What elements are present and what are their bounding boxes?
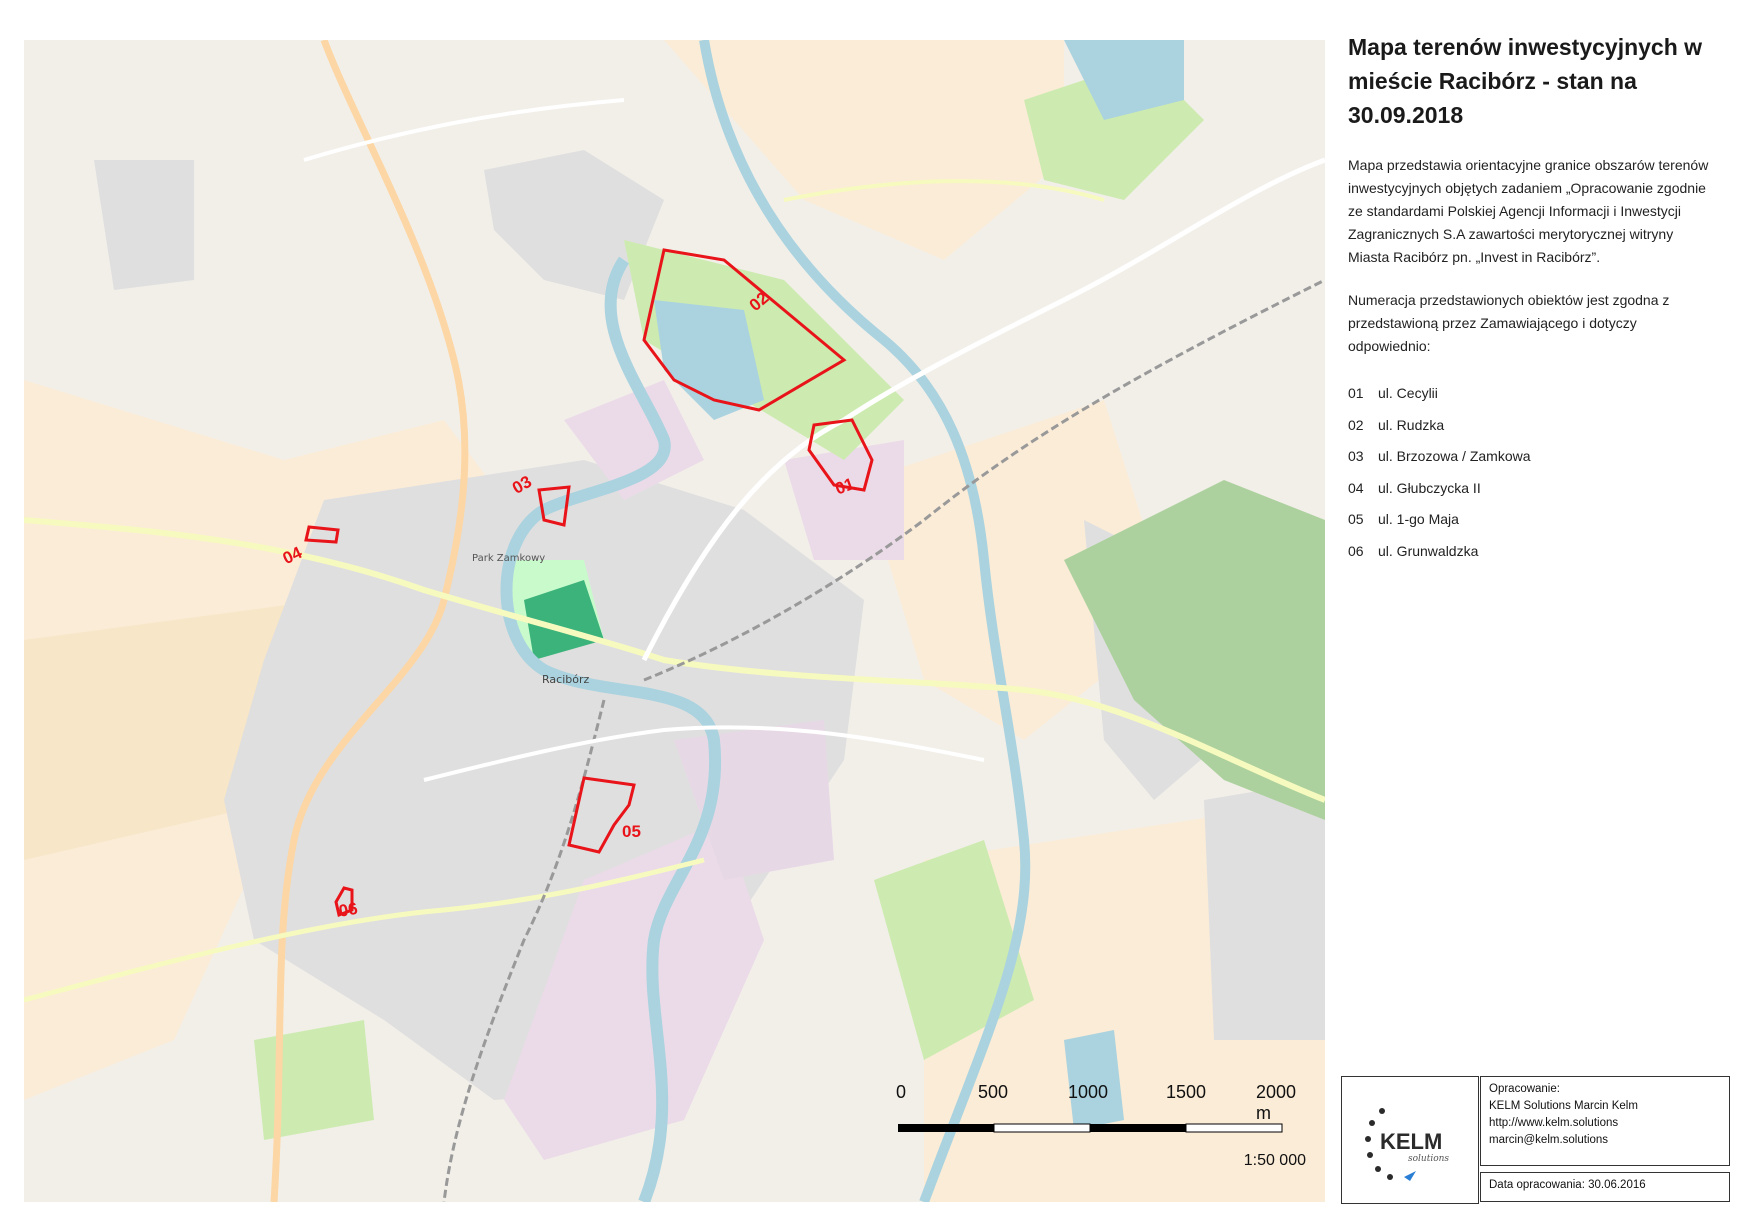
map-title: Mapa terenów inwestycyjnych w mieście Ra… [1348,34,1703,128]
company-logo: KELM solutions [1341,1076,1479,1204]
map-description: Mapa przedstawia orientacyjne granice ob… [1348,157,1709,265]
legend-item: 04 ul. Głubczycka II [1348,479,1481,496]
credits-url[interactable]: http://www.kelm.solutions [1489,1115,1721,1132]
credits-box: Opracowanie: KELM Solutions Marcin Kelm … [1480,1076,1730,1166]
svg-text:KELM: KELM [1380,1129,1442,1154]
credits-heading: Opracowanie: [1489,1083,1560,1095]
map-canvas[interactable]: 02 01 03 04 05 06 Racibórz Park Zamkowy [24,40,1325,1202]
legend-item: 03 ul. Brzozowa / Zamkowa [1348,448,1531,464]
scale-tick-label: 0 [896,1082,907,1102]
scale-bar-graphic [898,1123,1283,1133]
legend-panel: Mapa terenów inwestycyjnych w mieście Ra… [1348,30,1718,710]
map-svg [24,40,1325,1202]
scale-tick-label: 2000 m [1256,1082,1297,1123]
park-label: Park Zamkowy [472,553,546,564]
scale-tick-label: 1000 [1068,1082,1109,1102]
legend-item: 05 ul. 1-go Maja [1348,511,1459,527]
credits-company: KELM Solutions Marcin Kelm [1489,1100,1638,1112]
legend-item: 02 ul. Rudzka [1348,416,1445,433]
creation-date: Data opracowania: 30.06.2016 [1489,1179,1646,1191]
legend-list: 01 ul. Cecylii 02 ul. Rudzka 03 ul. Brzozow… [1348,378,1718,567]
legend-item: 01 ul. Cecylii [1348,385,1438,401]
scale-ratio: 1:50 000 [1243,1152,1306,1169]
svg-text:solutions: solutions [1408,1154,1449,1164]
legend-item: 06 ul. Grunwaldzka [1348,542,1479,559]
area-label-06: 06 [337,898,360,921]
scale-bar: 0 500 1000 1500 2000 m 1:50 000 [896,1082,1316,1182]
city-label: Racibórz [542,673,590,686]
numbering-note: Numeracja przedstawionych obiektów jest … [1348,292,1670,354]
kelm-logo-icon: KELM solutions [1365,1108,1449,1181]
credits-email[interactable]: marcin@kelm.solutions [1489,1132,1721,1149]
area-label-05: 05 [622,822,641,841]
scale-tick-label: 500 [978,1082,1009,1102]
scale-tick-label: 1500 [1166,1082,1207,1102]
date-box: Data opracowania: 30.06.2016 [1480,1172,1730,1202]
